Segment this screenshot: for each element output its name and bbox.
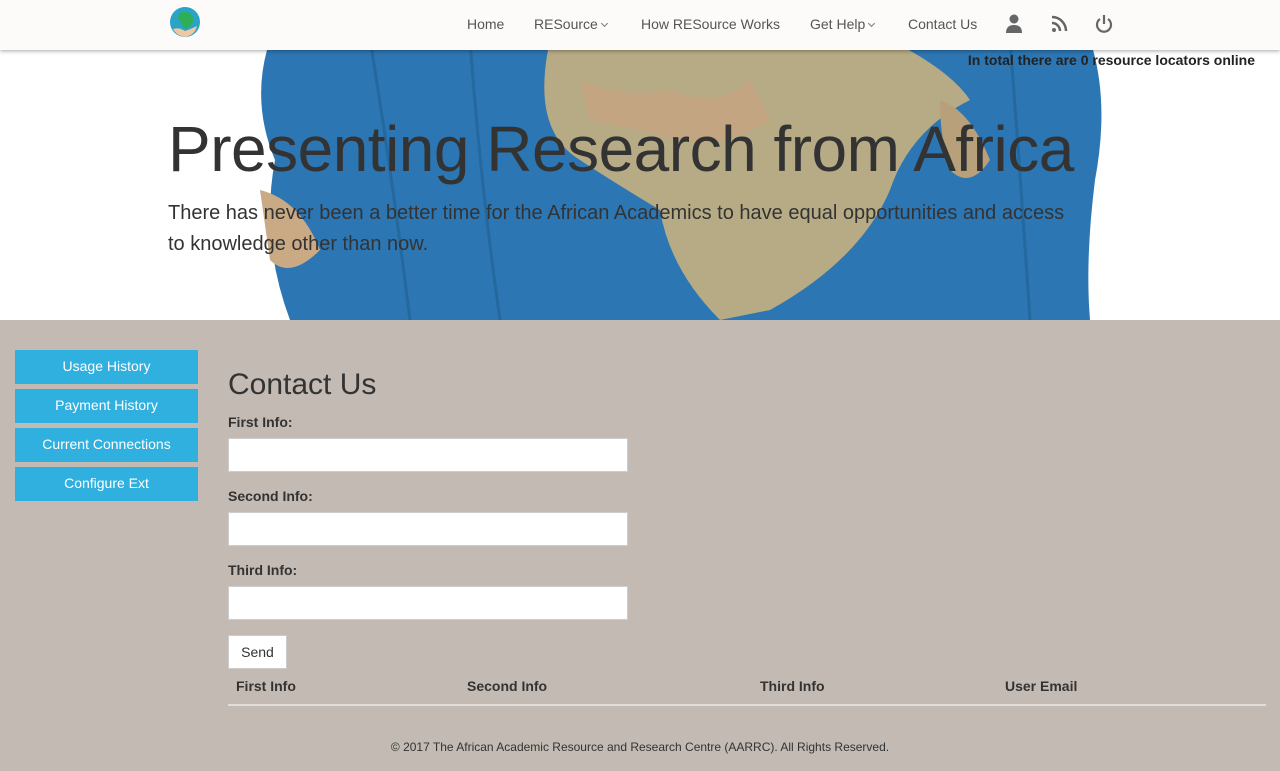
nav-home[interactable]: Home: [467, 16, 504, 32]
nav-how-resource-works[interactable]: How RESource Works: [641, 16, 780, 32]
online-locators-status: In total there are 0 resource locators o…: [967, 52, 1255, 68]
sidebar-item-configure-ext[interactable]: Configure Ext: [15, 467, 198, 501]
nav-contact-label: Contact Us: [908, 16, 978, 32]
first-info-label: First Info:: [228, 414, 293, 430]
column-header-second-info: Second Info: [467, 678, 548, 694]
nav-contact-us[interactable]: Contact Us: [908, 16, 977, 32]
chevron-down-icon: [600, 19, 608, 28]
footer: © 2017 The African Academic Resource and…: [0, 740, 1280, 754]
sidebar-item-payment-history[interactable]: Payment History: [15, 389, 198, 423]
sidebar-item-current-connections[interactable]: Current Connections: [15, 428, 198, 462]
section-title: Contact Us: [228, 368, 377, 401]
rss-icon[interactable]: [1049, 13, 1069, 35]
chevron-down-icon: [868, 19, 876, 28]
hero-subtitle: There has never been a better time for t…: [168, 202, 1065, 255]
user-icon[interactable]: [1004, 13, 1024, 35]
third-info-input[interactable]: [228, 586, 628, 620]
hero-title: Presenting Research from Africa: [168, 113, 1074, 185]
navbar: Home RESource How RESource Works Get Hel…: [0, 0, 1280, 50]
power-icon[interactable]: [1094, 13, 1114, 35]
second-info-label: Second Info:: [228, 488, 313, 504]
sidebar-item-usage-history[interactable]: Usage History: [15, 350, 198, 384]
nav-resource-dropdown[interactable]: RESource: [534, 16, 608, 32]
column-header-user-email: User Email: [1005, 678, 1078, 694]
copyright-text: © 2017 The African Academic Resource and…: [390, 740, 890, 754]
third-info-label: Third Info:: [228, 562, 298, 578]
nav-home-label: Home: [467, 16, 505, 32]
column-header-first-info: First Info: [236, 678, 296, 694]
table-divider: [228, 704, 1266, 706]
column-header-third-info: Third Info: [760, 678, 825, 694]
hero-banner: In total there are 0 resource locators o…: [0, 50, 1280, 320]
second-info-input[interactable]: [228, 512, 628, 546]
nav-get-help-dropdown[interactable]: Get Help: [810, 16, 876, 32]
nav-resource-label: RESource: [534, 16, 598, 32]
nav-get-help-label: Get Help: [810, 16, 866, 32]
nav-how-label: How RESource Works: [641, 16, 781, 32]
send-button[interactable]: Send: [228, 635, 287, 669]
first-info-input[interactable]: [228, 438, 628, 472]
logo-icon[interactable]: [169, 7, 201, 39]
